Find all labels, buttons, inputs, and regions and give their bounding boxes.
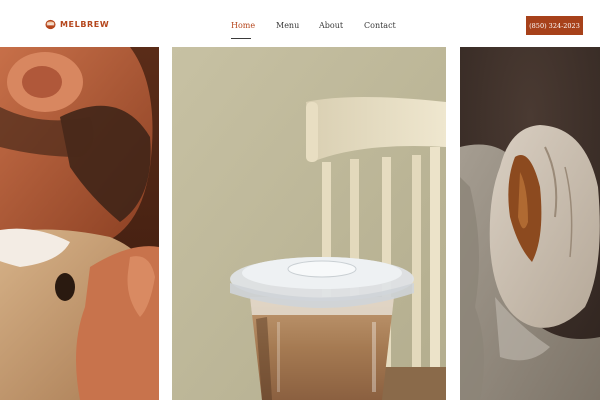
main-nav: Home Menu About Contact [0, 21, 600, 41]
gallery-image-iced-coffee[interactable] [172, 47, 446, 400]
nav-menu[interactable]: Menu [276, 21, 299, 30]
sourdough-bread-photo [460, 47, 600, 400]
iced-coffee-cup-photo [172, 47, 446, 400]
nav-contact[interactable]: Contact [364, 21, 396, 30]
phone-button[interactable]: (850) 324-2023 [526, 16, 583, 35]
gallery-image-man-dog[interactable] [0, 47, 159, 400]
nav-home[interactable]: Home [231, 21, 255, 30]
man-hugging-dog-photo [0, 47, 159, 400]
site-header: MELBREW Home Menu About Contact (850) 32… [0, 0, 600, 47]
nav-about[interactable]: About [319, 21, 343, 30]
gallery-image-bread[interactable] [460, 47, 600, 400]
active-nav-underline [231, 38, 251, 39]
